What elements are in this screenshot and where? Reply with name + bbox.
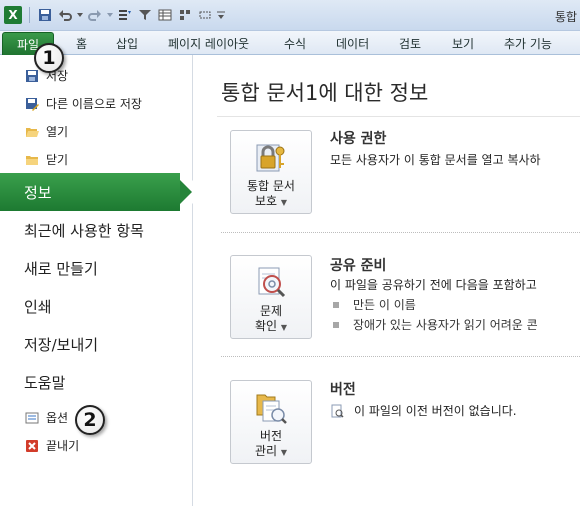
save-icon: [24, 68, 39, 83]
info-panel: 통합 문서1에 대한 정보 통합 문서 보호 ▼ 사용 권한 모든 사용자가 이…: [193, 55, 580, 506]
close-command[interactable]: 닫기: [24, 151, 68, 168]
list-item: 장애가 있는 사용자가 읽기 어려운 콘: [333, 316, 538, 333]
options-command[interactable]: 옵션: [24, 409, 68, 426]
nav-new[interactable]: 새로 만들기: [0, 249, 192, 287]
save-as-icon: [24, 96, 39, 111]
save-as-command[interactable]: 다른 이름으로 저장: [24, 95, 142, 112]
layout-icon[interactable]: [177, 7, 193, 23]
save-icon[interactable]: [37, 7, 53, 23]
check-button-line1: 문제: [259, 304, 283, 318]
chevron-down-icon: ▼: [280, 323, 288, 332]
versions-heading: 버전: [330, 382, 356, 398]
nav-save-send[interactable]: 저장/보내기: [0, 325, 192, 363]
customize-toolbar-icon[interactable]: [217, 7, 225, 23]
prepare-sharing-heading: 공유 준비: [330, 258, 387, 274]
exit-icon: [24, 438, 39, 453]
page-title: 통합 문서1에 대한 정보: [221, 81, 429, 105]
section-divider: [221, 232, 580, 233]
versions-button-line1: 버전: [259, 429, 283, 443]
versions-text: 이 파일의 이전 버전이 없습니다.: [354, 404, 517, 418]
bullet-icon: [333, 301, 339, 308]
options-icon: [24, 410, 39, 425]
tab-add-ins[interactable]: 추가 기능: [504, 35, 552, 52]
tab-review[interactable]: 검토: [399, 35, 421, 52]
nav-recent[interactable]: 최근에 사용한 항목: [0, 211, 192, 249]
title-divider: [217, 116, 580, 117]
quick-access-toolbar: X: [4, 6, 225, 24]
undo-dropdown-icon[interactable]: [77, 7, 83, 23]
versions-button-line2: 관리: [254, 444, 278, 458]
version-document-icon: [331, 404, 344, 418]
ribbon-tabs: 파일 홈 삽입 페이지 레이아웃 수식 데이터 검토 보기 추가 기능: [0, 31, 580, 55]
protect-workbook-button[interactable]: 통합 문서 보호 ▼: [230, 130, 312, 214]
redo-icon[interactable]: [87, 7, 103, 23]
tab-data[interactable]: 데이터: [336, 35, 369, 52]
permissions-text: 모든 사용자가 이 통합 문서를 열고 복사하: [330, 153, 541, 167]
versions-status: 이 파일의 이전 버전이 없습니다.: [330, 402, 517, 419]
manage-versions-button[interactable]: 버전 관리 ▼: [230, 380, 312, 464]
chevron-down-icon: ▼: [280, 198, 288, 207]
title-bar: X 통합: [0, 0, 580, 31]
check-button-line2: 확인: [254, 319, 278, 333]
protect-button-line1: 통합 문서: [247, 179, 295, 193]
save-as-label: 다른 이름으로 저장: [46, 97, 142, 111]
nav-help[interactable]: 도움말: [0, 363, 192, 401]
undo-icon[interactable]: [57, 7, 73, 23]
sort-icon[interactable]: [117, 7, 133, 23]
step-callout-2: 2: [75, 405, 105, 435]
open-command[interactable]: 열기: [24, 123, 68, 140]
section-divider: [221, 356, 580, 357]
exit-label: 끝내기: [46, 439, 80, 453]
bullet-author-name: 만든 이 이름: [353, 298, 416, 312]
backstage-nav: 저장 다른 이름으로 저장 열기 닫기 정보 최근에 사용한 항목 새로 만들기…: [0, 55, 193, 506]
tab-insert[interactable]: 삽입: [116, 35, 138, 52]
tab-view[interactable]: 보기: [452, 35, 474, 52]
permissions-heading: 사용 권한: [330, 131, 387, 147]
tab-page-layout[interactable]: 페이지 레이아웃: [168, 35, 249, 52]
bullet-icon: [333, 321, 339, 328]
versions-icon: [256, 394, 287, 424]
tab-home[interactable]: 홈: [76, 35, 87, 52]
list-item: 만든 이 이름: [333, 296, 416, 313]
nav-info[interactable]: 정보: [0, 173, 193, 211]
exit-command[interactable]: 끝내기: [24, 437, 79, 454]
filter-icon[interactable]: [137, 7, 153, 23]
tab-formulas[interactable]: 수식: [284, 35, 306, 52]
prepare-sharing-text: 이 파일을 공유하기 전에 다음을 포함하고: [330, 278, 537, 292]
bullet-accessibility: 장애가 있는 사용자가 읽기 어려운 콘: [353, 318, 538, 332]
open-folder-icon: [24, 124, 39, 139]
options-label: 옵션: [46, 411, 69, 425]
inspect-document-icon: [258, 267, 286, 298]
window-title: 통합: [555, 10, 578, 24]
chevron-down-icon: ▼: [280, 448, 288, 457]
close-folder-icon: [24, 152, 39, 167]
open-label: 열기: [46, 125, 69, 139]
border-icon[interactable]: [197, 7, 213, 23]
table-icon[interactable]: [157, 7, 173, 23]
toolbar-separator: [29, 7, 30, 23]
lock-key-icon: [256, 144, 285, 172]
check-for-issues-button[interactable]: 문제 확인 ▼: [230, 255, 312, 339]
nav-print[interactable]: 인쇄: [0, 287, 192, 325]
protect-button-line2: 보호: [254, 194, 278, 208]
step-callout-1: 1: [34, 43, 64, 73]
redo-dropdown-icon[interactable]: [107, 7, 113, 23]
close-label: 닫기: [46, 153, 69, 167]
excel-logo-icon[interactable]: X: [4, 6, 22, 24]
